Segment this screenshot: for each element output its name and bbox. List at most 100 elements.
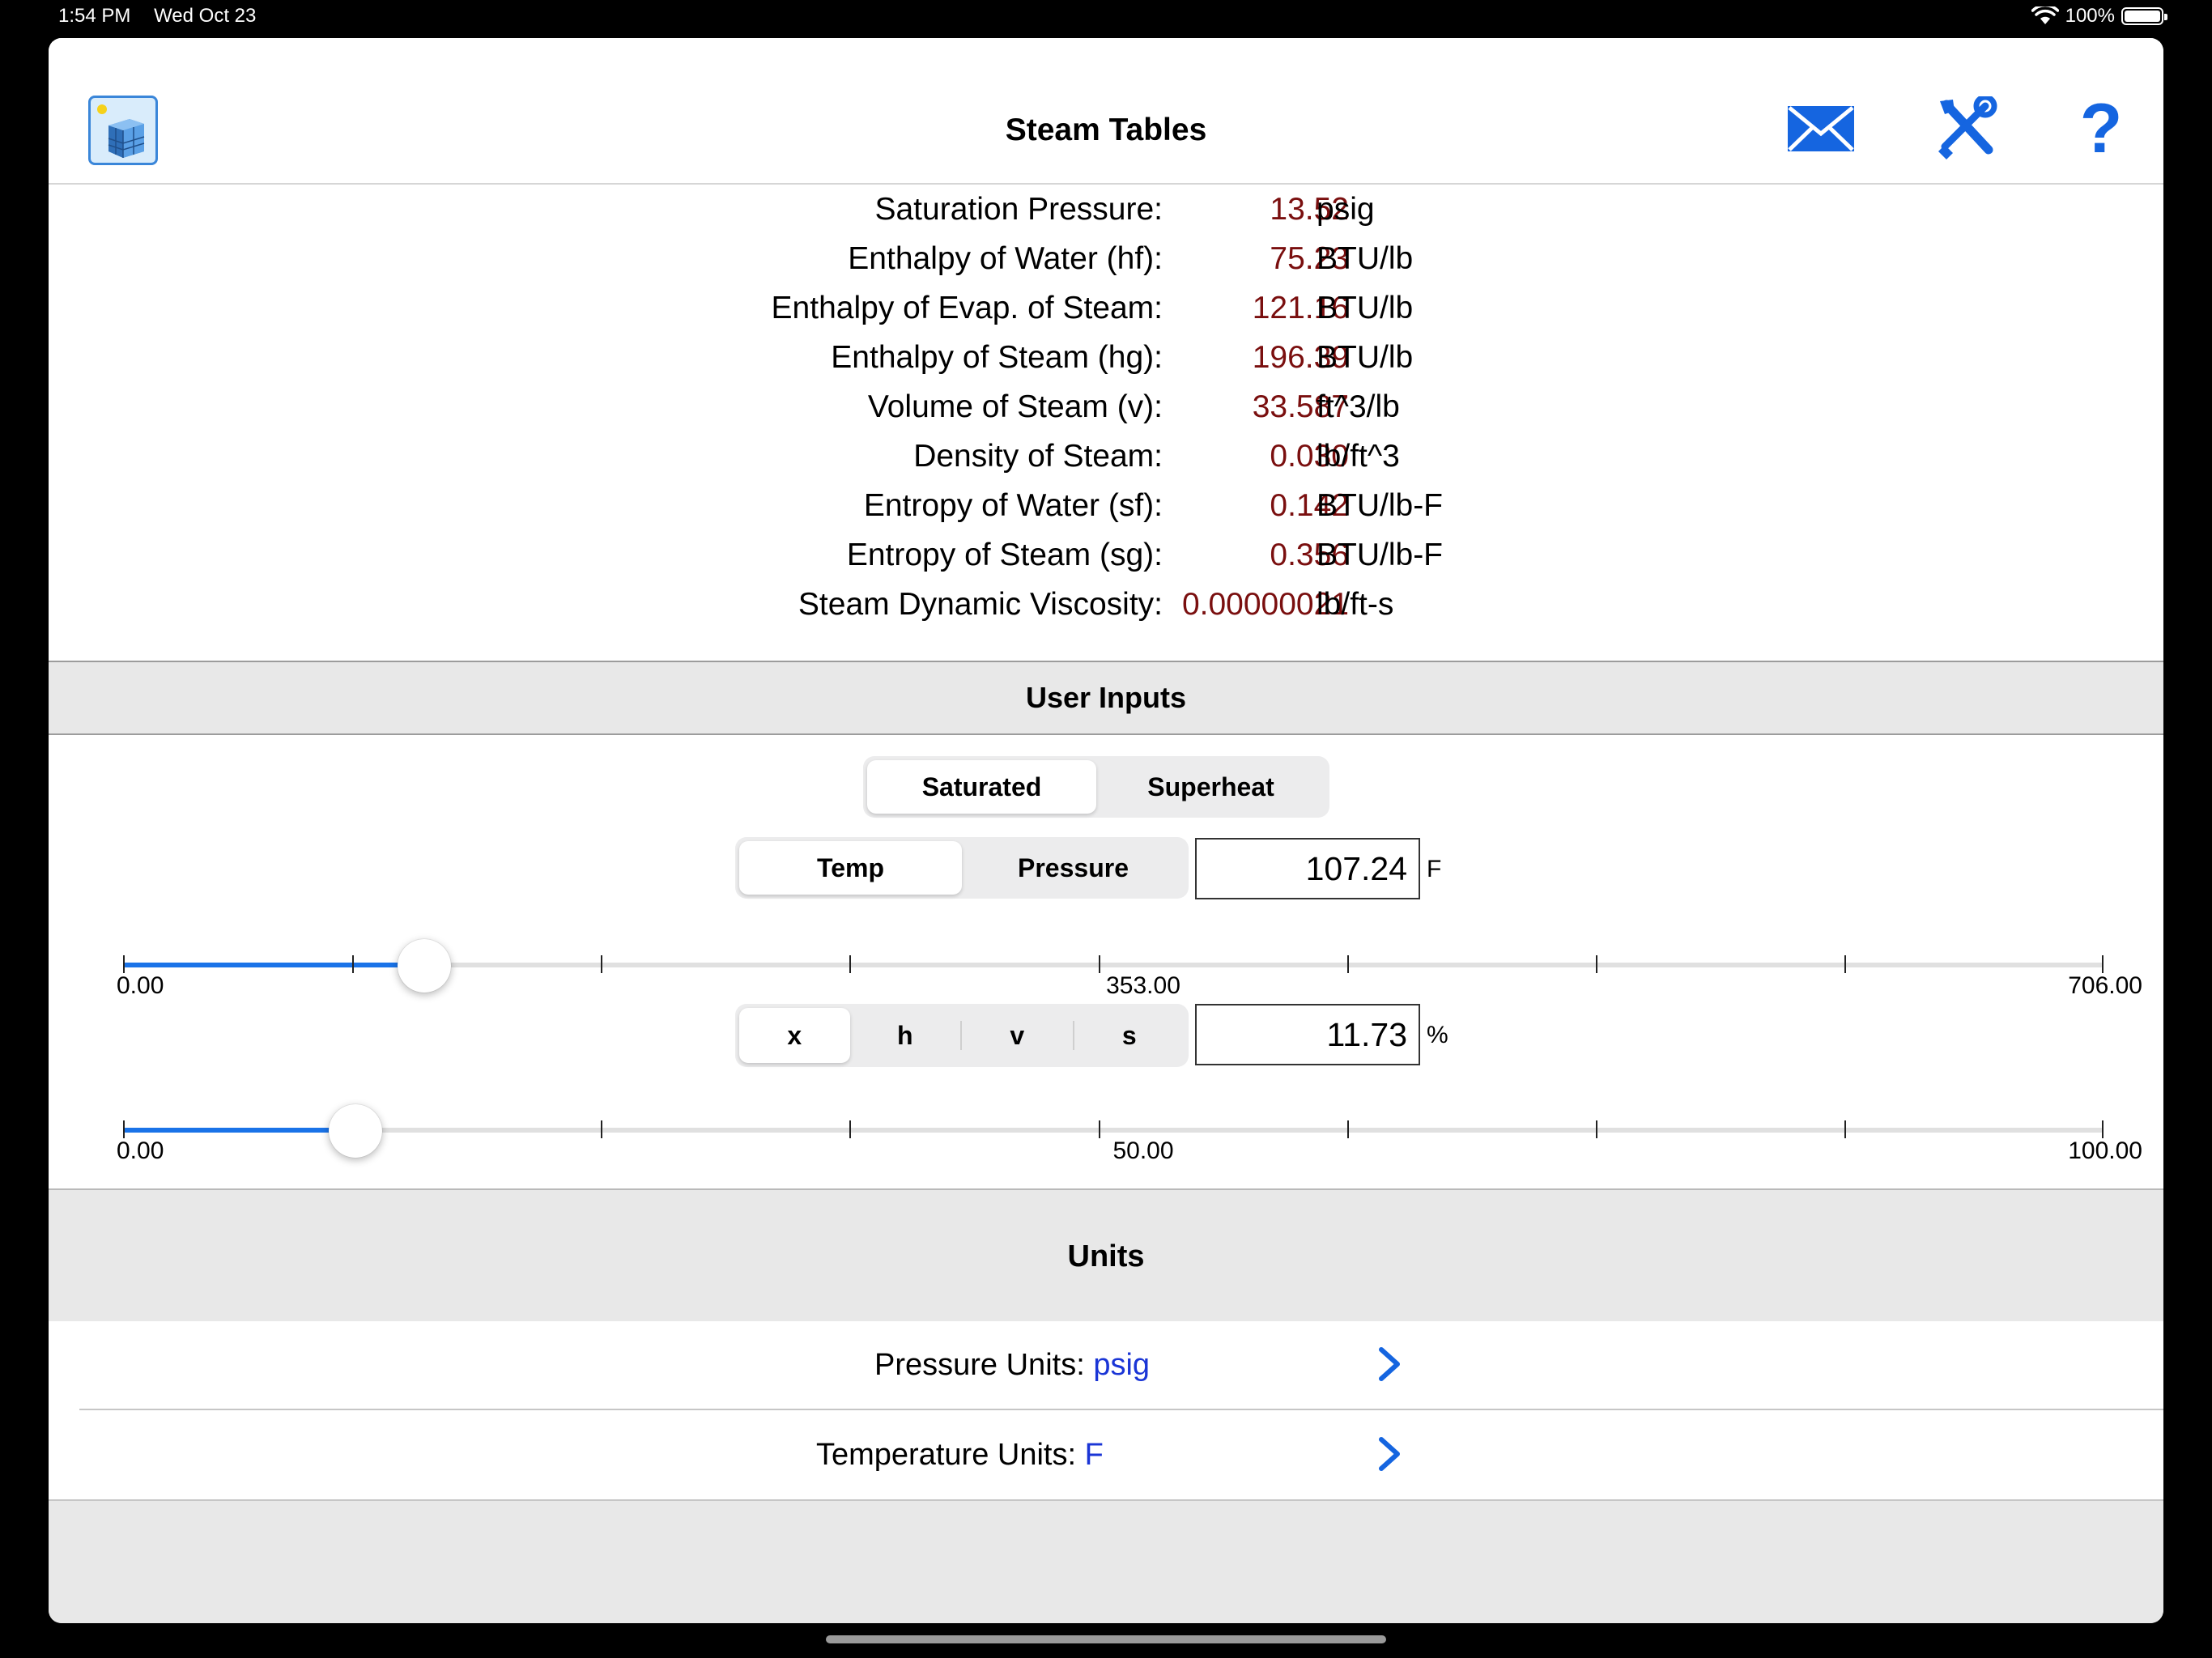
temperature-units-label: Temperature Units: F bbox=[816, 1411, 1104, 1499]
slider-thumb[interactable] bbox=[329, 1104, 382, 1158]
units-header: Units bbox=[49, 1188, 2163, 1323]
segment-saturated[interactable]: Saturated bbox=[867, 760, 1096, 814]
result-label: Steam Dynamic Viscosity: bbox=[798, 587, 1163, 622]
slider-tick bbox=[601, 1120, 602, 1138]
slider-tick bbox=[2102, 955, 2104, 973]
battery-percent: 100% bbox=[2065, 5, 2115, 27]
result-unit: BTU/lb bbox=[1317, 340, 1414, 375]
slider-thumb[interactable] bbox=[398, 939, 451, 993]
temperature-units-caption: Temperature Units: bbox=[816, 1438, 1077, 1472]
segment-s[interactable]: s bbox=[1074, 1008, 1185, 1063]
result-unit: lb/ft^3 bbox=[1317, 439, 1400, 474]
slider-fill bbox=[123, 1128, 355, 1133]
result-label: Entropy of Water (sf): bbox=[863, 488, 1163, 523]
mode-segmented-control: Saturated Superheat bbox=[863, 756, 1329, 818]
slider-mid-label: 353.00 bbox=[1106, 972, 1180, 999]
slider-tick bbox=[849, 1120, 851, 1138]
mail-icon bbox=[1788, 106, 1854, 151]
segment-pressure[interactable]: Pressure bbox=[962, 841, 1185, 895]
pressure-units-label: Pressure Units: psig bbox=[874, 1321, 1150, 1409]
result-row-enthalpy-steam: Enthalpy of Steam (hg): 196.39 BTU/lb bbox=[49, 333, 2163, 382]
result-label: Volume of Steam (v): bbox=[867, 389, 1163, 424]
status-date: Wed Oct 23 bbox=[154, 5, 257, 27]
slider-tick bbox=[1099, 955, 1100, 973]
nav-bar: Steam Tables ? bbox=[49, 38, 2163, 185]
slider-tick bbox=[352, 955, 354, 973]
empty-footer bbox=[49, 1501, 2163, 1623]
status-time: 1:54 PM bbox=[58, 5, 131, 27]
result-row-entropy-water: Entropy of Water (sf): 0.142 BTU/lb-F bbox=[49, 481, 2163, 530]
result-label: Density of Steam: bbox=[913, 439, 1163, 474]
slider-tick bbox=[1844, 1120, 1846, 1138]
result-label: Entropy of Steam (sg): bbox=[846, 538, 1163, 572]
segment-x[interactable]: x bbox=[739, 1008, 850, 1063]
result-unit: psig bbox=[1317, 192, 1375, 227]
slider-max-label: 100.00 bbox=[2068, 1137, 2142, 1164]
quality-input[interactable]: 11.73 bbox=[1195, 1004, 1420, 1065]
result-unit: ft^3/lb bbox=[1317, 389, 1400, 424]
pressure-units-row[interactable]: Pressure Units: psig bbox=[49, 1321, 2163, 1409]
result-row-saturation-pressure: Saturation Pressure: 13.52 psig bbox=[49, 185, 2163, 234]
pressure-units-value: psig bbox=[1093, 1348, 1151, 1382]
segment-temp[interactable]: Temp bbox=[739, 841, 962, 895]
slider-mid-label: 50.00 bbox=[1112, 1137, 1174, 1164]
temp-pressure-segmented-control: Temp Pressure bbox=[735, 837, 1189, 899]
slider-tick bbox=[1347, 1120, 1349, 1138]
app-window: Steam Tables ? Saturation Pressure: 13.5… bbox=[49, 38, 2163, 1623]
wifi-icon bbox=[2031, 6, 2059, 24]
segment-superheat[interactable]: Superheat bbox=[1096, 760, 1325, 814]
slider-min-label: 0.00 bbox=[117, 972, 164, 999]
user-inputs-header: User Inputs bbox=[49, 661, 2163, 735]
battery-icon bbox=[2121, 7, 2167, 25]
chevron-right-icon bbox=[1379, 1437, 1400, 1471]
temperature-slider[interactable]: 0.00 353.00 706.00 bbox=[117, 933, 2142, 999]
property-segmented-control: x h v s bbox=[735, 1004, 1189, 1067]
slider-tick bbox=[1596, 955, 1597, 973]
results-table: Saturation Pressure: 13.52 psig Enthalpy… bbox=[49, 185, 2163, 698]
pressure-units-caption: Pressure Units: bbox=[874, 1348, 1085, 1382]
result-unit: BTU/lb bbox=[1317, 241, 1414, 276]
slider-fill bbox=[123, 963, 424, 967]
row-divider bbox=[79, 1409, 2163, 1410]
result-unit: BTU/lb bbox=[1317, 291, 1414, 325]
result-unit: BTU/lb-F bbox=[1317, 538, 1443, 572]
temperature-input[interactable]: 107.24 bbox=[1195, 838, 1420, 899]
slider-tick bbox=[123, 955, 125, 973]
mail-button[interactable] bbox=[1786, 95, 1856, 163]
result-unit: BTU/lb-F bbox=[1317, 488, 1443, 523]
slider-min-label: 0.00 bbox=[117, 1137, 164, 1164]
result-unit: lb/ft-s bbox=[1317, 587, 1394, 622]
quality-input-unit: % bbox=[1427, 1022, 1448, 1048]
result-row-enthalpy-evap: Enthalpy of Evap. of Steam: 121.16 BTU/l… bbox=[49, 283, 2163, 333]
result-row-density-steam: Density of Steam: 0.030 lb/ft^3 bbox=[49, 432, 2163, 481]
temperature-units-value: F bbox=[1084, 1438, 1104, 1472]
help-button[interactable]: ? bbox=[2069, 90, 2133, 168]
quality-slider[interactable]: 0.00 50.00 100.00 bbox=[117, 1098, 2142, 1164]
settings-button[interactable] bbox=[1932, 95, 2000, 163]
slider-tick bbox=[1099, 1120, 1100, 1138]
help-icon: ? bbox=[2079, 90, 2123, 168]
home-indicator[interactable] bbox=[826, 1635, 1386, 1643]
temperature-units-row[interactable]: Temperature Units: F bbox=[49, 1411, 2163, 1499]
result-label: Saturation Pressure: bbox=[874, 192, 1163, 227]
slider-tick bbox=[123, 1120, 125, 1138]
status-bar: 1:54 PM Wed Oct 23 100% bbox=[0, 0, 2212, 37]
segment-h[interactable]: h bbox=[850, 1008, 961, 1063]
segment-v[interactable]: v bbox=[962, 1008, 1073, 1063]
slider-tick bbox=[1844, 955, 1846, 973]
slider-tick bbox=[1596, 1120, 1597, 1138]
result-row-entropy-steam: Entropy of Steam (sg): 0.356 BTU/lb-F bbox=[49, 530, 2163, 580]
slider-tick bbox=[601, 955, 602, 973]
result-row-dynamic-viscosity: Steam Dynamic Viscosity: 0.00000021 lb/f… bbox=[49, 580, 2163, 629]
slider-track bbox=[123, 1128, 2104, 1133]
result-row-volume-steam: Volume of Steam (v): 33.587 ft^3/lb bbox=[49, 382, 2163, 432]
temperature-input-unit: F bbox=[1427, 856, 1442, 882]
result-label: Enthalpy of Evap. of Steam: bbox=[771, 291, 1163, 325]
slider-tick bbox=[2102, 1120, 2104, 1138]
result-label: Enthalpy of Water (hf): bbox=[848, 241, 1163, 276]
slider-tick bbox=[849, 955, 851, 973]
result-row-enthalpy-water: Enthalpy of Water (hf): 75.23 BTU/lb bbox=[49, 234, 2163, 283]
slider-tick bbox=[1347, 955, 1349, 973]
chevron-right-icon bbox=[1379, 1347, 1400, 1381]
result-label: Enthalpy of Steam (hg): bbox=[831, 340, 1163, 375]
